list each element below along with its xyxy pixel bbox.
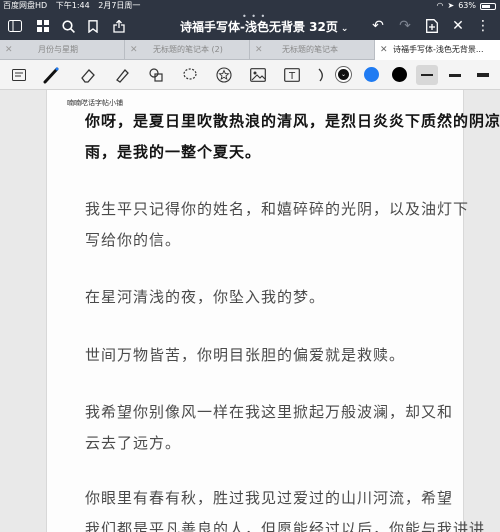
bookmark-icon[interactable] — [84, 17, 102, 35]
handwriting-line-6: 世间万物皆苦，你明目张胆的偏爱就是救赎。 — [85, 346, 406, 364]
handwriting-line-7: 我希望你别像风一样在我这里掀起万般波澜，却又和 — [85, 403, 454, 421]
tab-1[interactable]: ✕ 月份与星期 — [0, 40, 125, 60]
clock-time: 下午1:44 — [55, 1, 90, 10]
handwriting-line-1: 你呀，是夏日里吹散热浪的清风，是烈日炎炎下质然的阴凉 — [85, 112, 500, 130]
status-right: ◠ ➤ 63% — [437, 0, 496, 12]
handwriting-line-5: 在星河清浅的夜，你坠入我的梦。 — [85, 288, 326, 306]
read-mode-icon[interactable] — [10, 66, 28, 84]
lasso-icon[interactable] — [181, 66, 199, 84]
drawing-toolbar: T ⌄ — [0, 60, 500, 90]
wifi-icon: ◠ — [436, 1, 444, 10]
battery-percent: 63% — [458, 1, 476, 10]
highlighter-icon[interactable] — [113, 66, 131, 84]
more-icon[interactable]: ⋮ — [474, 17, 492, 35]
chevron-down-icon: ⌄ — [340, 70, 347, 78]
note-canvas[interactable]: 喃喃呓话字帖小铺 你呀，是夏日里吹散热浪的清风，是烈日炎炎下质然的阴凉 雨，是我… — [0, 90, 500, 532]
redo-icon[interactable]: ↷ — [396, 17, 414, 35]
handwriting-line-10: 我们都是平凡善良的人，但愿能经过以后，你能与我讲讲 — [85, 520, 486, 532]
stroke-thin[interactable] — [416, 65, 438, 85]
text-icon[interactable]: T — [283, 66, 301, 84]
pointer-icon[interactable] — [313, 66, 331, 84]
title-bar: • • • 诗福手写体-浅色无背景 32页 ⌄ ↶ ↷ ✕ ⋮ — [0, 12, 500, 40]
grid-icon[interactable] — [34, 17, 52, 35]
tab-close-icon[interactable]: ✕ — [5, 40, 13, 60]
battery-icon — [480, 2, 496, 10]
tab-bar: ✕ 月份与星期 ✕ 无标题的笔记本 (2) ✕ 无标题的笔记本 ✕ 诗福手写体-… — [0, 40, 500, 60]
stroke-medium[interactable] — [444, 65, 466, 85]
handwriting-line-9: 你眼里有春有秋，胜过我见过爱过的山川河流，希望 — [85, 489, 454, 507]
add-page-icon[interactable] — [423, 17, 441, 35]
tab-2[interactable]: ✕ 无标题的笔记本 (2) — [125, 40, 250, 60]
handwriting-line-3: 我生平只记得你的姓名，和嬉碎碎的光阴，以及油灯下 — [85, 200, 470, 218]
clock-date: 2月7日周一 — [98, 1, 141, 10]
note-page[interactable]: 喃喃呓话字帖小铺 你呀，是夏日里吹散热浪的清风，是烈日炎炎下质然的阴凉 雨，是我… — [46, 90, 500, 532]
handwriting-line-4: 写给你的信。 — [85, 231, 182, 249]
page-watermark: 喃喃呓话字帖小铺 — [67, 99, 123, 107]
stroke-thick[interactable] — [472, 65, 494, 85]
pen-icon[interactable] — [42, 66, 60, 84]
eraser-icon[interactable] — [79, 66, 97, 84]
status-left: 百度网盘HD 下午1:44 2月7日周一 — [3, 0, 146, 12]
chevron-down-icon: ⌄ — [340, 24, 349, 34]
tab-close-icon[interactable]: ✕ — [130, 40, 138, 60]
color-swatch-blue[interactable] — [364, 67, 379, 82]
color-swatch-selected[interactable]: ⌄ — [336, 67, 351, 82]
share-icon[interactable] — [110, 17, 128, 35]
close-icon[interactable]: ✕ — [449, 17, 467, 35]
location-icon: ➤ — [447, 1, 455, 10]
handwriting-line-8: 云去了远方。 — [85, 434, 182, 452]
tab-label: 无标题的笔记本 (2) — [153, 45, 223, 54]
image-icon[interactable] — [249, 66, 267, 84]
star-icon[interactable] — [215, 66, 233, 84]
document-title[interactable]: 诗福手写体-浅色无背景 32页 ⌄ — [180, 18, 348, 35]
tab-4-active[interactable]: ✕ 诗福手写体-浅色无背景... — [375, 40, 500, 60]
handwriting-line-2: 雨，是我的一整个夏天。 — [85, 143, 262, 161]
tab-label: 无标题的笔记本 — [282, 45, 338, 54]
tab-close-icon[interactable]: ✕ — [255, 40, 263, 60]
svg-text:T: T — [288, 71, 296, 82]
carrier-label: 百度网盘HD — [3, 1, 48, 10]
undo-icon[interactable]: ↶ — [369, 17, 387, 35]
tab-label: 诗福手写体-浅色无背景... — [393, 45, 484, 54]
status-bar: 百度网盘HD 下午1:44 2月7日周一 ◠ ➤ 63% — [0, 0, 500, 12]
document-title-text: 诗福手写体-浅色无背景 32页 — [180, 20, 338, 34]
search-icon[interactable] — [59, 17, 77, 35]
color-swatch-black[interactable] — [392, 67, 407, 82]
tab-label: 月份与星期 — [38, 45, 78, 54]
tab-close-icon[interactable]: ✕ — [380, 40, 388, 60]
sidebar-icon[interactable] — [6, 17, 24, 35]
shapes-icon[interactable] — [147, 66, 165, 84]
tab-3[interactable]: ✕ 无标题的笔记本 — [250, 40, 375, 60]
